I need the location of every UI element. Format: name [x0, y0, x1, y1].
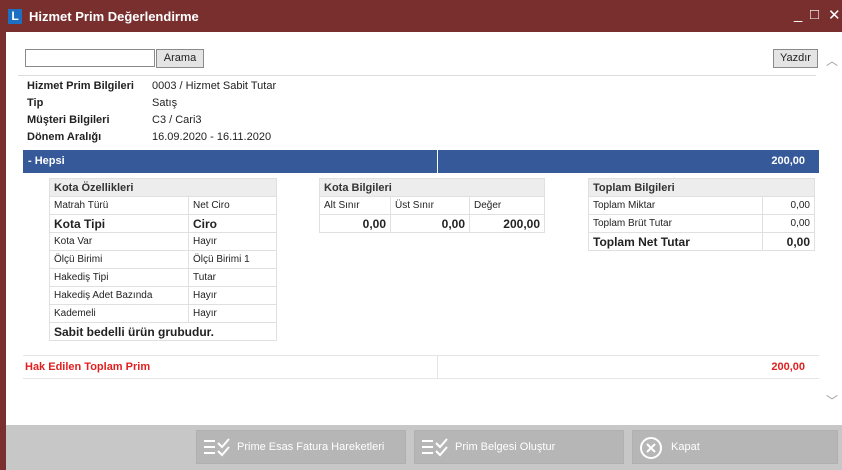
- info-value: Satış: [152, 97, 178, 109]
- close-circle-icon: [640, 437, 662, 459]
- cell-label: Kota Var: [49, 232, 189, 251]
- toplam-bilgileri-table: Toplam Bilgileri Toplam Miktar 0,00 Topl…: [588, 178, 815, 251]
- info-label: Müşteri Bilgileri: [27, 114, 110, 126]
- cell-label: Hakediş Tipi: [49, 268, 189, 287]
- info-value: 0003 / Hizmet Sabit Tutar: [152, 80, 277, 92]
- table-row: Matrah Türü Net Ciro: [49, 196, 277, 215]
- table-row: Toplam Miktar 0,00: [588, 196, 815, 215]
- app-window: L Hizmet Prim Değerlendirme _ □ ✕ Arama …: [0, 0, 842, 470]
- group-label: - Hepsi: [28, 155, 65, 167]
- cell-value: 200,00: [469, 214, 545, 233]
- close-icon[interactable]: ✕: [828, 6, 841, 24]
- info-label: Tip: [27, 97, 44, 109]
- title-bar: L Hizmet Prim Değerlendirme _ □ ✕: [0, 0, 842, 32]
- prime-esas-fatura-button[interactable]: Prime Esas Fatura Hareketleri: [196, 430, 406, 464]
- cell-label: Toplam Net Tutar: [588, 232, 763, 251]
- cell-label: Toplam Brüt Tutar: [588, 214, 763, 233]
- print-button[interactable]: Yazdır: [773, 49, 818, 68]
- table-row: Sabit bedelli ürün grubudur.: [49, 322, 277, 341]
- table-row: Kota Tipi Ciro: [49, 214, 277, 233]
- table-row: Toplam Net Tutar 0,00: [588, 232, 815, 251]
- table-row: Ölçü Birimi Ölçü Birimi 1: [49, 250, 277, 269]
- cell-label: Kota Tipi: [49, 214, 189, 233]
- table-header: Toplam Bilgileri: [588, 178, 815, 197]
- group-row-hepsi[interactable]: - Hepsi 200,00: [23, 150, 819, 173]
- hak-edilen-row: Hak Edilen Toplam Prim 200,00: [23, 355, 819, 379]
- column-header: Değer: [469, 196, 545, 215]
- cell-value: Net Ciro: [188, 196, 277, 215]
- table-header: Kota Bilgileri: [319, 178, 545, 197]
- client-area: Arama Yazdır ︿ Hizmet Prim Bilgileri 000…: [6, 32, 842, 470]
- kota-ozellikleri-table: Kota Özellikleri Matrah Türü Net Ciro Ko…: [49, 178, 277, 341]
- button-label: Kapat: [671, 441, 700, 453]
- cell-value: Hayır: [188, 286, 277, 305]
- cell-label: Ölçü Birimi: [49, 250, 189, 269]
- cell-value: Ölçü Birimi 1: [188, 250, 277, 269]
- kapat-button[interactable]: Kapat: [632, 430, 838, 464]
- cell-value: 0,00: [762, 214, 815, 233]
- hak-edilen-label: Hak Edilen Toplam Prim: [25, 361, 151, 373]
- info-value: 16.09.2020 - 16.11.2020: [152, 131, 272, 143]
- table-row: 0,00 0,00 200,00: [319, 214, 545, 233]
- cell-label: Kademeli: [49, 304, 189, 323]
- hak-divider: [437, 356, 438, 378]
- cell-value: Tutar: [188, 268, 277, 287]
- cell-value: 0,00: [319, 214, 391, 233]
- cell-value: Hayır: [188, 232, 277, 251]
- table-header: Kota Özellikleri: [49, 178, 277, 197]
- cell-value: Ciro: [188, 214, 277, 233]
- column-header: Alt Sınır: [319, 196, 391, 215]
- column-header: Üst Sınır: [390, 196, 470, 215]
- cell-value: Hayır: [188, 304, 277, 323]
- info-label: Dönem Aralığı: [27, 131, 102, 143]
- cell-label: Hakediş Adet Bazında: [49, 286, 189, 305]
- cell-value: 0,00: [762, 232, 815, 251]
- cell-value: 0,00: [390, 214, 470, 233]
- table-row: Kota Var Hayır: [49, 232, 277, 251]
- table-row: Alt Sınır Üst Sınır Değer: [319, 196, 545, 215]
- app-icon: L: [8, 9, 22, 24]
- prim-belgesi-olustur-button[interactable]: Prim Belgesi Oluştur: [414, 430, 624, 464]
- cell-label: Toplam Miktar: [588, 196, 763, 215]
- minimize-icon[interactable]: _: [794, 6, 802, 23]
- group-divider: [437, 150, 438, 173]
- button-label: Prim Belgesi Oluştur: [455, 441, 556, 453]
- hak-edilen-value: 200,00: [771, 361, 805, 373]
- window-title: Hizmet Prim Değerlendirme: [29, 9, 199, 24]
- list-check-icon: [422, 438, 448, 457]
- table-row: Toplam Brüt Tutar 0,00: [588, 214, 815, 233]
- list-check-icon: [204, 438, 230, 457]
- maximize-icon[interactable]: □: [810, 6, 819, 23]
- search-input[interactable]: [25, 49, 155, 67]
- footer-bar: Prime Esas Fatura Hareketleri Prim Belge…: [6, 425, 842, 470]
- table-row: Kademeli Hayır: [49, 304, 277, 323]
- divider: [18, 75, 816, 76]
- info-label: Hizmet Prim Bilgileri: [27, 80, 134, 92]
- kota-bilgileri-table: Kota Bilgileri Alt Sınır Üst Sınır Değer…: [319, 178, 545, 233]
- button-label: Prime Esas Fatura Hareketleri: [237, 441, 385, 453]
- group-total: 200,00: [771, 155, 805, 167]
- chevron-down-icon[interactable]: ﹀: [826, 392, 838, 409]
- table-row: Hakediş Tipi Tutar: [49, 268, 277, 287]
- search-button[interactable]: Arama: [156, 49, 204, 68]
- cell-value: 0,00: [762, 196, 815, 215]
- table-row: Hakediş Adet Bazında Hayır: [49, 286, 277, 305]
- chevron-up-icon[interactable]: ︿: [826, 52, 838, 69]
- table-note: Sabit bedelli ürün grubudur.: [49, 322, 277, 341]
- cell-label: Matrah Türü: [49, 196, 189, 215]
- info-value: C3 / Cari3: [152, 114, 202, 126]
